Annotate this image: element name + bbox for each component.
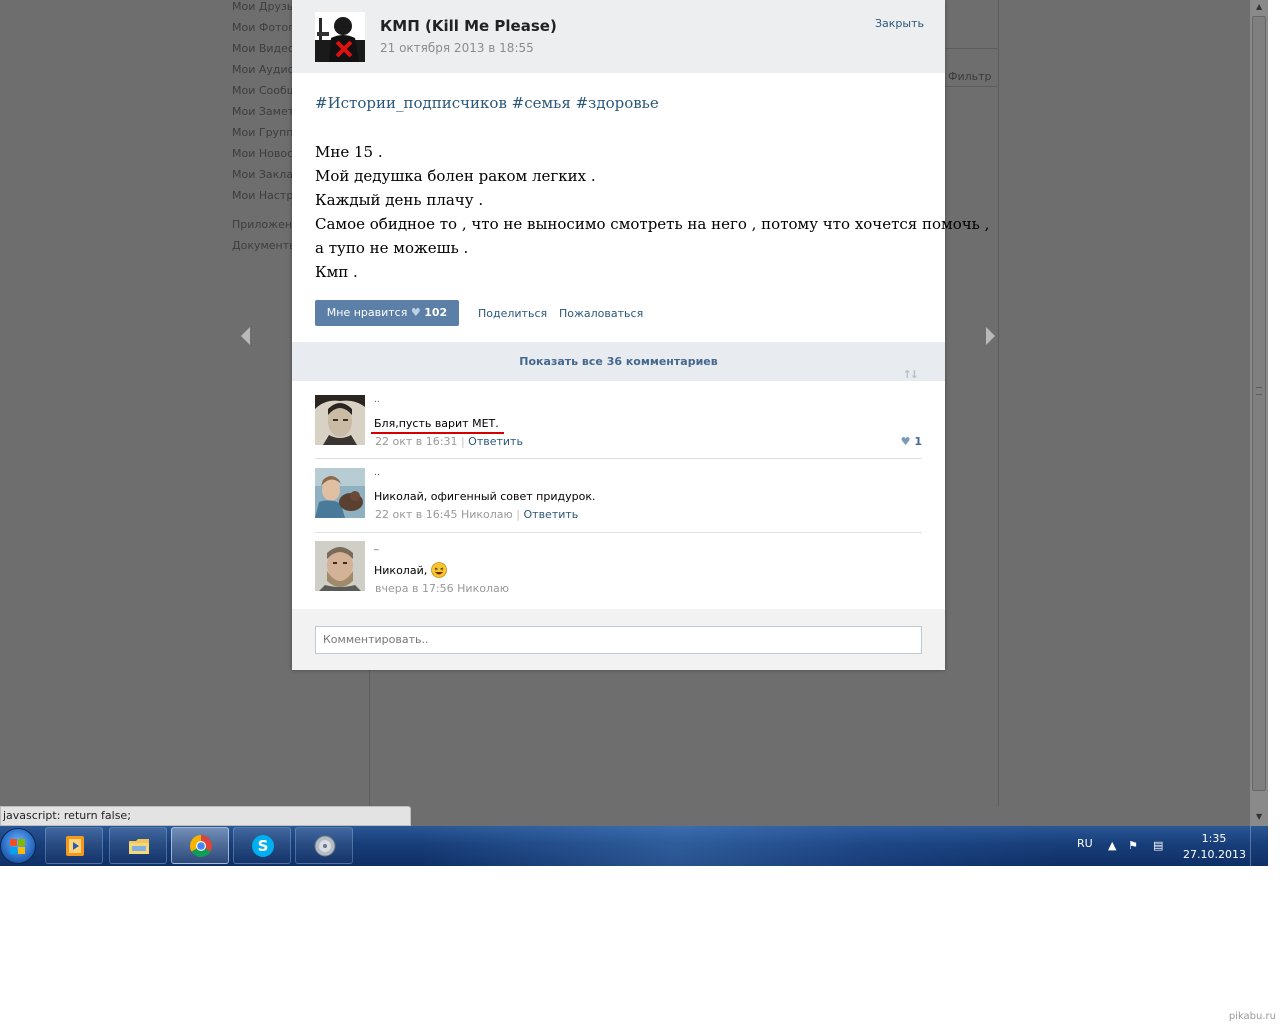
- commenter-name[interactable]: _: [374, 541, 379, 551]
- comment-item: .. Николай, офигенный совет придурок. 22…: [315, 468, 922, 533]
- start-button[interactable]: [0, 828, 36, 864]
- scroll-up-arrow-icon[interactable]: ▲: [1256, 2, 1262, 11]
- share-link[interactable]: Поделиться: [478, 307, 547, 320]
- taskbar-file-explorer[interactable]: [109, 827, 167, 864]
- file-explorer-icon: [129, 839, 149, 854]
- comment-text: Бля,пусть варит МЕТ.: [374, 417, 499, 430]
- post-date[interactable]: 21 октября 2013 в 18:55: [380, 41, 534, 55]
- divider: [945, 48, 997, 49]
- post-text-line: а тупо не можешь .: [315, 239, 469, 257]
- post-text-line: Мне 15 .: [315, 143, 383, 161]
- comment-meta: 22 окт в 16:45 Николаю | Ответить: [375, 508, 578, 521]
- network-icon[interactable]: ▤: [1153, 839, 1163, 852]
- taskbar-media-player[interactable]: [45, 827, 103, 864]
- svg-text:S: S: [258, 837, 269, 855]
- commenter-avatar[interactable]: [315, 541, 365, 591]
- previous-post-arrow-icon[interactable]: [241, 327, 250, 345]
- post-text-line: Самое обидное то , что не выносимо смотр…: [315, 215, 990, 233]
- commenter-avatar[interactable]: [315, 468, 365, 518]
- reply-link[interactable]: Ответить: [524, 508, 579, 521]
- heart-icon: ♥: [410, 306, 421, 319]
- audio-app-icon: [314, 835, 336, 857]
- meta-separator: |: [516, 508, 520, 521]
- taskbar-skype[interactable]: S: [233, 827, 291, 864]
- reply-link[interactable]: Ответить: [468, 435, 523, 448]
- commenter-avatar[interactable]: [315, 395, 365, 445]
- commenter-name[interactable]: ..: [374, 468, 380, 478]
- browser-status-bar: javascript: return false;: [0, 806, 411, 826]
- commenter-name[interactable]: ..: [374, 395, 380, 405]
- scroll-down-arrow-icon[interactable]: ▼: [1256, 812, 1262, 821]
- comment-form: Комментировать..: [292, 609, 945, 670]
- comment-text-label: Николай,: [374, 564, 428, 577]
- chrome-icon: [190, 835, 212, 857]
- post-popup: КМП (Kill Me Please) 21 октября 2013 в 1…: [292, 0, 990, 670]
- windows-taskbar: S RU ▲ ⚑ ▤ 1:35 27.10.2013: [0, 826, 1268, 866]
- show-all-comments-button[interactable]: Показать все 36 комментариев ↑↓: [292, 342, 945, 381]
- highlight-underline: [371, 432, 504, 434]
- comment-time[interactable]: вчера в 17:56: [375, 582, 454, 595]
- clock-date: 27.10.2013: [1183, 848, 1246, 861]
- desktop-screen: Мои Друзья Мои Фотографии Мои Видеозапис…: [0, 0, 1268, 866]
- show-desktop-button[interactable]: [1250, 826, 1268, 866]
- comment-divider: [315, 532, 922, 533]
- reply-to[interactable]: Николаю: [457, 582, 509, 595]
- laughing-emoji-icon: [430, 562, 447, 578]
- comment-meta: 22 окт в 16:31 | Ответить: [375, 435, 523, 448]
- like-count: 102: [424, 306, 448, 319]
- system-clock[interactable]: 1:35 27.10.2013: [1183, 831, 1246, 863]
- divider: [945, 86, 997, 87]
- report-link[interactable]: Пожаловаться: [559, 307, 643, 320]
- post-text: Мне 15 . Мой дедушка болен раком легких …: [315, 140, 990, 284]
- post-text-line: Кмп .: [315, 263, 358, 281]
- filter-link[interactable]: Фильтр: [948, 70, 992, 83]
- post-author[interactable]: КМП (Kill Me Please): [380, 17, 557, 35]
- group-avatar[interactable]: [315, 12, 365, 62]
- post-header: КМП (Kill Me Please) 21 октября 2013 в 1…: [292, 0, 945, 73]
- taskbar-chrome[interactable]: [171, 827, 229, 864]
- media-player-icon: [66, 836, 84, 856]
- watermark: pikabu.ru: [1228, 1011, 1276, 1022]
- comment-divider: [315, 458, 922, 459]
- show-hidden-icons-arrow-icon[interactable]: ▲: [1108, 839, 1116, 852]
- heart-icon: ♥: [900, 435, 911, 448]
- meta-separator: |: [460, 435, 465, 448]
- scrollbar-thumb[interactable]: [1252, 16, 1266, 791]
- show-all-comments-label: Показать все 36 комментариев: [519, 355, 718, 368]
- sort-arrows-icon[interactable]: ↑↓: [903, 355, 920, 394]
- comment-time[interactable]: 22 окт в 16:31: [375, 435, 457, 448]
- language-indicator[interactable]: RU: [1077, 837, 1093, 850]
- post-text-line: Мой дедушка болен раком легких .: [315, 167, 596, 185]
- reply-to[interactable]: Николаю: [461, 508, 513, 521]
- close-button[interactable]: Закрыть: [875, 17, 924, 30]
- taskbar-audio-app[interactable]: [295, 827, 353, 864]
- comment-input[interactable]: Комментировать..: [315, 626, 922, 654]
- skype-icon: S: [252, 835, 274, 857]
- comment-text: Николай,: [374, 562, 447, 578]
- comment-like-count: 1: [914, 435, 922, 448]
- comment-item: _ Николай, вчера в 17:56 Николаю: [315, 541, 922, 596]
- next-post-arrow-icon[interactable]: [986, 327, 995, 345]
- clock-time: 1:35: [1201, 832, 1227, 845]
- comment-item: .. Бля,пусть варит МЕТ. 22 окт в 16:31 |…: [315, 395, 922, 459]
- comment-like[interactable]: ♥ 1: [901, 435, 922, 448]
- comment-time[interactable]: 22 окт в 16:45: [375, 508, 457, 521]
- post-text-line: Каждый день плачу .: [315, 191, 484, 209]
- vertical-scrollbar[interactable]: [1250, 0, 1268, 826]
- image-margin: [0, 866, 1280, 1024]
- windows-logo-icon: [10, 839, 26, 855]
- comment-text: Николай, офигенный совет придурок.: [374, 490, 596, 503]
- like-label: Мне нравится: [326, 306, 408, 319]
- grip-icon: [1256, 387, 1262, 395]
- like-button[interactable]: Мне нравится ♥ 102: [315, 300, 459, 326]
- action-center-flag-icon[interactable]: ⚑: [1128, 839, 1138, 852]
- taskbar-background-glow: [420, 826, 1060, 866]
- comment-meta: вчера в 17:56 Николаю: [375, 582, 509, 595]
- post-hashtags[interactable]: #Истории_подписчиков #семья #здоровье: [315, 94, 659, 112]
